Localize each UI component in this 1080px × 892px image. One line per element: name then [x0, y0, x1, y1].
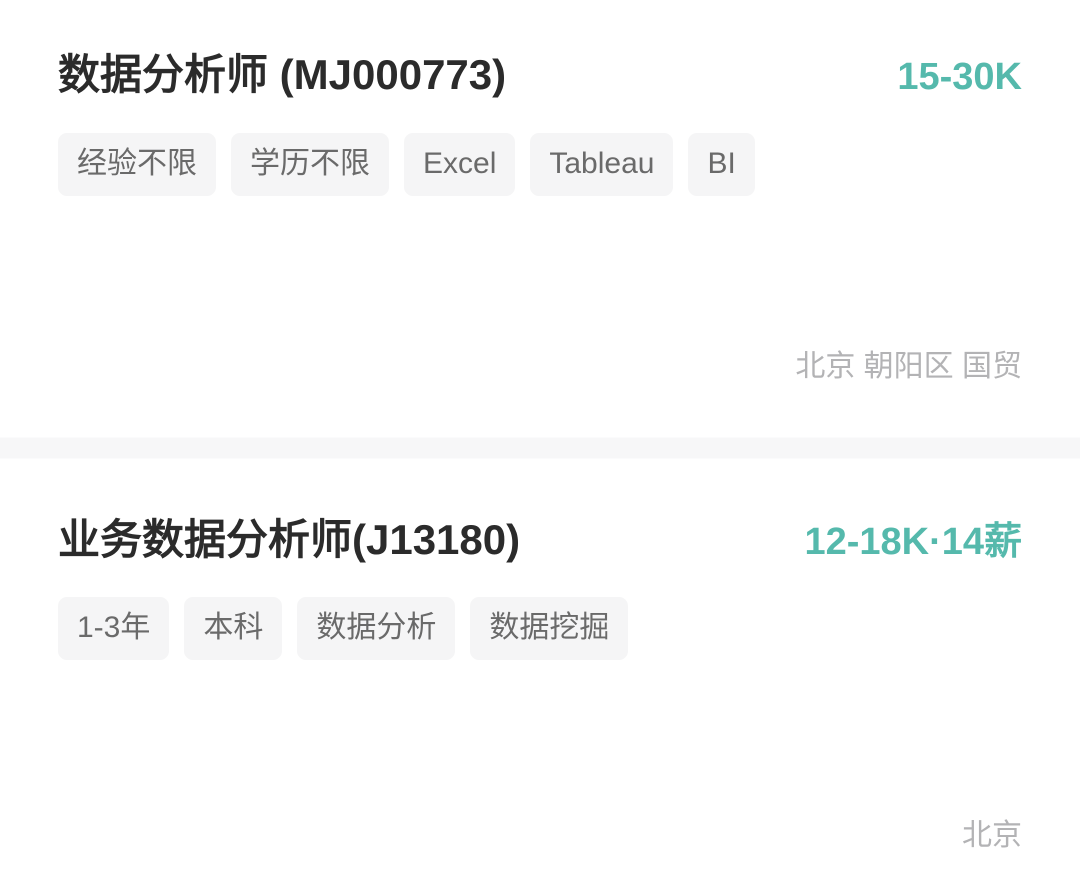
job-title[interactable]: 业务数据分析师(J13180): [58, 515, 520, 565]
job-tag: 学历不限: [231, 132, 389, 196]
job-card-footer: 北京 朝阳区 国贸: [795, 349, 1022, 385]
card-separator: [0, 437, 1080, 459]
job-card-header: 业务数据分析师(J13180) 12-18K·14薪: [58, 459, 1022, 565]
job-tag: 数据挖掘: [470, 596, 629, 660]
job-list: 数据分析师 (MJ000773) 15-30K 经验不限 学历不限 Excel …: [0, 0, 1080, 892]
job-card-footer: 北京: [962, 818, 1022, 854]
job-location: 北京 朝阳区 国贸: [795, 350, 1022, 383]
job-salary: 15-30K: [897, 56, 1022, 98]
job-salary: 12-18K·14薪: [804, 521, 1022, 563]
job-tag: 数据分析: [297, 596, 456, 660]
job-tag: Excel: [404, 132, 516, 196]
job-tag-row: 1-3年 本科 数据分析 数据挖掘: [58, 596, 1022, 660]
job-tag-row: 经验不限 学历不限 Excel Tableau BI: [58, 132, 1022, 196]
job-card-header: 数据分析师 (MJ000773) 15-30K: [58, 0, 1022, 100]
job-title[interactable]: 数据分析师 (MJ000773): [58, 50, 506, 100]
job-card[interactable]: 数据分析师 (MJ000773) 15-30K 经验不限 学历不限 Excel …: [0, 0, 1080, 437]
job-tag: Tableau: [530, 132, 674, 196]
job-tag: 1-3年: [58, 596, 170, 660]
job-tag: 经验不限: [58, 132, 216, 196]
job-tag: 本科: [184, 596, 283, 660]
job-card[interactable]: 业务数据分析师(J13180) 12-18K·14薪 1-3年 本科 数据分析 …: [0, 459, 1080, 892]
job-tag: BI: [688, 132, 755, 196]
job-location: 北京: [962, 819, 1022, 852]
